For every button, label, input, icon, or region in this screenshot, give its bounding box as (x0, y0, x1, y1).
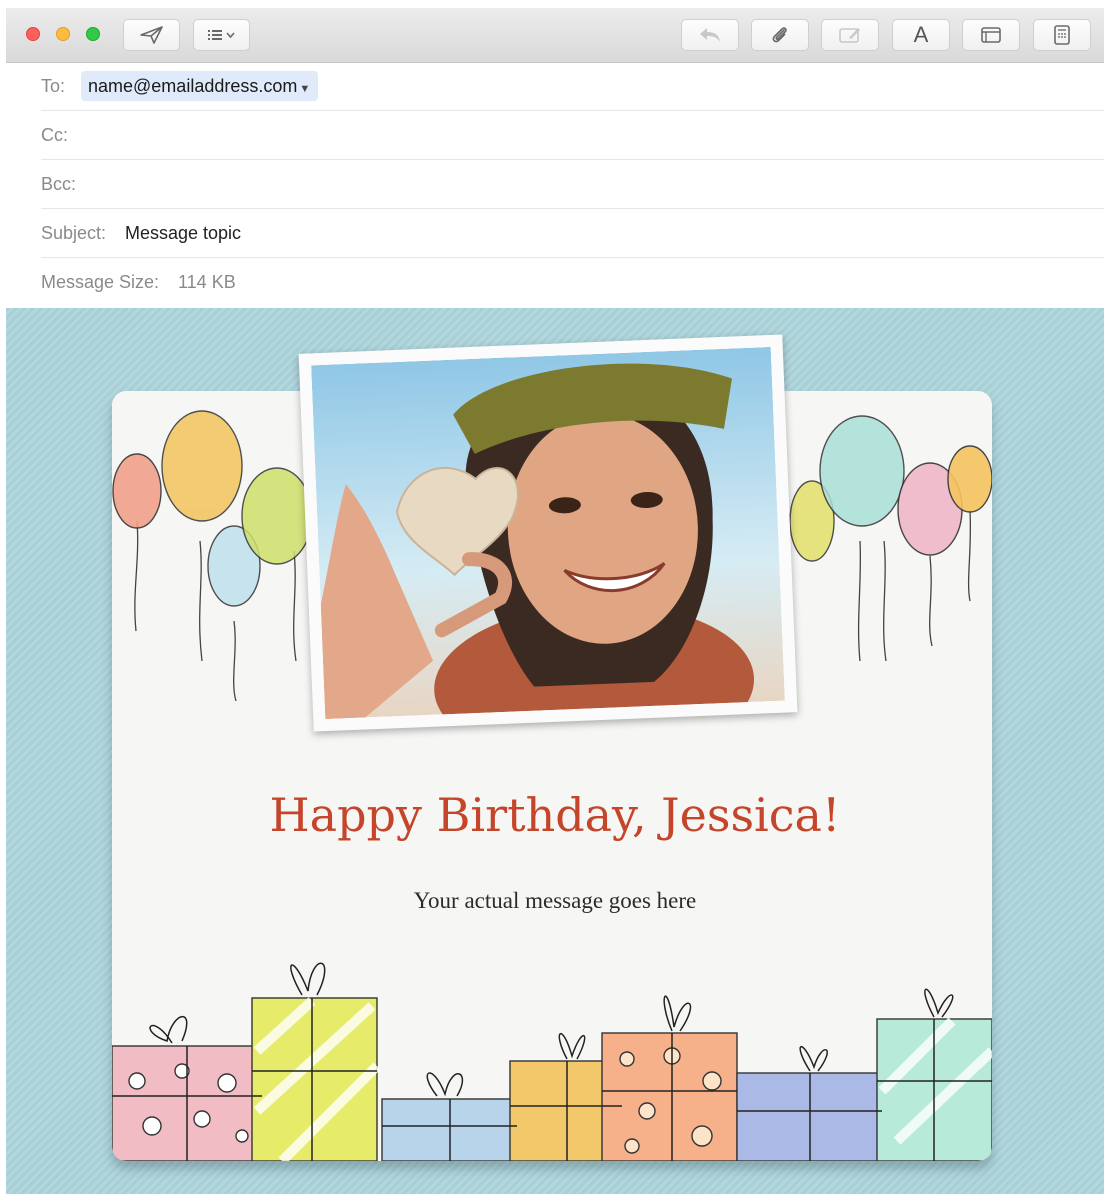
stationery-window-icon (979, 25, 1003, 45)
photo-frame (298, 334, 798, 732)
cc-label: Cc: (41, 125, 68, 145)
chevron-down-icon[interactable]: ▼ (299, 83, 310, 95)
subject-field-row[interactable]: Subject: Message topic (41, 209, 1104, 258)
font-icon: A (913, 22, 929, 47)
minimize-window-button[interactable] (56, 27, 70, 41)
bcc-label: Bcc: (41, 174, 77, 194)
message-size-row: Message Size: 114 KB (41, 258, 1104, 307)
list-chevron-icon (206, 27, 238, 43)
message-text[interactable]: Your actual message goes here (6, 888, 1104, 914)
toolbar: A (6, 8, 1104, 63)
attach-button[interactable] (751, 19, 809, 51)
to-label: To: (41, 76, 66, 96)
portrait-photo[interactable] (311, 346, 785, 720)
photo-browser-icon (1051, 24, 1073, 46)
recipient-token[interactable]: name@emailaddress.com ▼ (81, 71, 319, 101)
reply-button[interactable] (681, 19, 739, 51)
send-button[interactable] (123, 19, 180, 51)
greeting-text[interactable]: Happy Birthday, Jessica! (6, 788, 1104, 842)
close-window-button[interactable] (26, 27, 40, 41)
mail-compose-window: A To: name@emailaddress.com ▼ Cc: Bcc: Su… (6, 8, 1104, 1194)
paperclip-icon (769, 24, 791, 46)
message-size-label: Message Size: (41, 272, 160, 292)
paper-plane-icon (139, 25, 165, 45)
cc-field-row[interactable]: Cc: (41, 111, 1104, 160)
format-button[interactable]: A (892, 19, 950, 51)
subject-label: Subject: (41, 223, 107, 243)
to-field-row: To: name@emailaddress.com ▼ (41, 62, 1104, 111)
reply-arrow-icon (697, 25, 723, 45)
zoom-window-button[interactable] (86, 27, 100, 41)
bcc-field-row[interactable]: Bcc: (41, 160, 1104, 209)
message-size-value: 114 KB (178, 272, 236, 292)
stationery-button[interactable] (962, 19, 1020, 51)
subject-value[interactable]: Message topic (125, 223, 241, 244)
markup-button[interactable] (821, 19, 879, 51)
header-fields-button[interactable] (193, 19, 250, 51)
markup-icon (837, 25, 863, 45)
photo-browser-button[interactable] (1033, 19, 1091, 51)
recipient-address: name@emailaddress.com (88, 76, 298, 96)
